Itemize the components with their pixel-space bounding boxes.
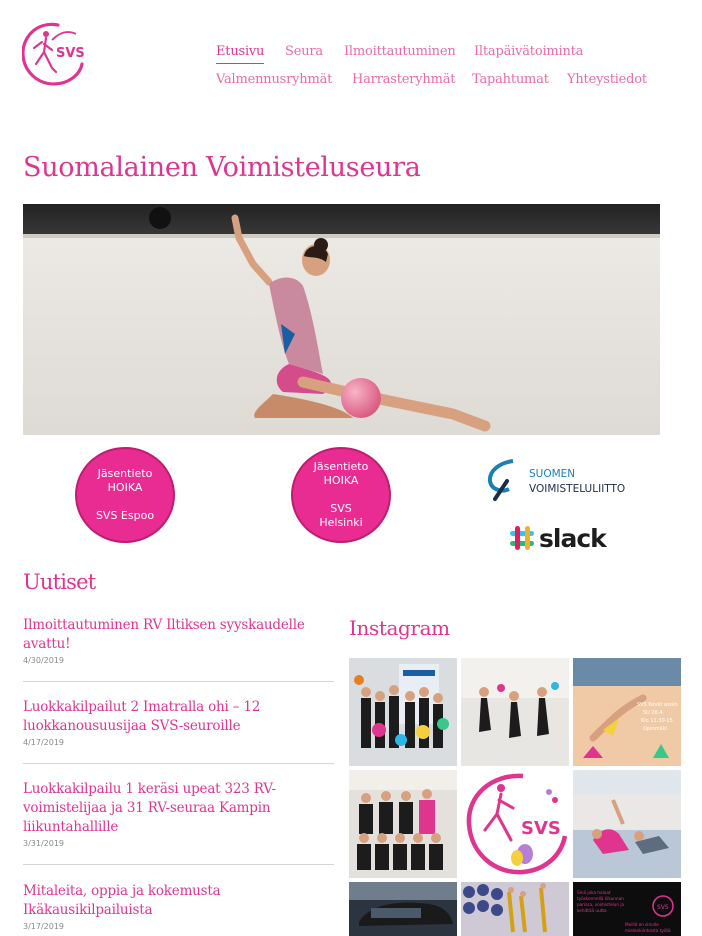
hoika-helsinki-line4: Helsinki: [319, 516, 363, 529]
instagram-post[interactable]: Sinä joka haluat työskennellä liikunnan …: [573, 882, 681, 936]
tile9-line4: kehittää uutta: [577, 908, 607, 913]
news-title[interactable]: Mitaleita, oppia ja kokemusta Ikäkausiki…: [23, 882, 335, 920]
tile-logo-text: SVS: [521, 818, 561, 839]
instagram-post[interactable]: [349, 770, 457, 878]
tile3-line4: Opinmäki: [643, 726, 667, 732]
nav-etusivu[interactable]: Etusivu: [216, 44, 264, 64]
news-divider: [23, 763, 334, 764]
news-divider: [23, 681, 334, 682]
tile9-line2: työskennellä liikunnan: [577, 896, 624, 901]
tile9-line6: mielenkiintoista työtä: [625, 928, 671, 933]
news-divider: [23, 864, 334, 865]
tile9-line1: Sinä joka haluat: [577, 890, 611, 895]
hoika-helsinki-line3: SVS: [330, 502, 352, 515]
instagram-post[interactable]: [349, 882, 457, 936]
tile3-line1: SVS Kevät avoin: [637, 702, 678, 708]
site-logo[interactable]: SVS: [21, 22, 88, 86]
hoika-helsinki-button[interactable]: Jäsentieto HOIKA SVS Helsinki: [291, 447, 391, 543]
nav-ilmoittautuminen[interactable]: Ilmoittautuminen: [344, 44, 456, 59]
sv-line2: VOIMISTELULIITTO: [529, 483, 625, 495]
nav-valmennusryhmat[interactable]: Valmennusryhmät: [216, 72, 332, 87]
news-title[interactable]: Luokkakilpailu 1 keräsi upeat 323 RV-voi…: [23, 780, 335, 837]
instagram-post[interactable]: [461, 658, 569, 766]
nav-iltapaivatoiminta[interactable]: Iltapäivätoiminta: [474, 44, 583, 59]
tile9-logo-text: SVS: [657, 904, 669, 911]
news-title[interactable]: Ilmoittautuminen RV Iltiksen syyskaudell…: [23, 616, 335, 654]
tile3-line3: Klo 11.30-15: [641, 718, 673, 724]
sv-line1: SUOMEN: [529, 468, 575, 480]
hoika-espoo-line1: Jäsentieto: [97, 467, 153, 480]
hoika-espoo-line3: SVS Espoo: [95, 509, 155, 522]
nav-yhteystiedot[interactable]: Yhteystiedot: [567, 72, 647, 87]
news-item[interactable]: Luokkakilpailu 1 keräsi upeat 323 RV-voi…: [23, 780, 335, 848]
logo-text: SVS: [56, 46, 85, 61]
nav-harrasteryhmat[interactable]: Harrasteryhmät: [352, 72, 455, 87]
slack-wordmark: slack: [539, 524, 608, 553]
news-title[interactable]: Luokkakilpailut 2 Imatralla ohi – 12 luo…: [23, 698, 335, 736]
instagram-post[interactable]: SVS: [461, 770, 569, 878]
tile9-line3: parissa, voimistelun ja: [577, 902, 625, 907]
nav-tapahtumat[interactable]: Tapahtumat: [472, 72, 549, 87]
voimisteluliitto-logo[interactable]: SUOMEN VOIMISTELULIITTO: [487, 459, 633, 503]
news-date: 3/17/2019: [23, 922, 65, 931]
hero-image: [23, 204, 660, 435]
instagram-post[interactable]: [461, 882, 569, 936]
hoika-helsinki-line1: Jäsentieto: [313, 460, 369, 473]
news-item[interactable]: Mitaleita, oppia ja kokemusta Ikäkausiki…: [23, 882, 335, 931]
news-item[interactable]: Luokkakilpailut 2 Imatralla ohi – 12 luo…: [23, 698, 335, 747]
news-date: 4/30/2019: [23, 656, 65, 665]
news-item[interactable]: Ilmoittautuminen RV Iltiksen syyskaudell…: [23, 616, 335, 665]
tile9-line5: Meillä on sinulle: [625, 922, 659, 927]
hoika-helsinki-line2: HOIKA: [323, 474, 359, 487]
tile3-line2: SU 28.4.: [643, 710, 665, 716]
slack-logo[interactable]: slack: [506, 522, 614, 556]
instagram-post[interactable]: SVS Kevät avoin SU 28.4. Klo 11.30-15 Op…: [573, 658, 681, 766]
news-date: 3/31/2019: [23, 839, 65, 848]
news-date: 4/17/2019: [23, 738, 65, 747]
instagram-post[interactable]: [573, 770, 681, 878]
news-heading: Uutiset: [23, 570, 96, 594]
instagram-post[interactable]: [349, 658, 457, 766]
hoika-espoo-line2: HOIKA: [107, 481, 143, 494]
page-title: Suomalainen Voimisteluseura: [23, 152, 421, 183]
nav-seura[interactable]: Seura: [285, 44, 323, 59]
instagram-heading: Instagram: [349, 616, 450, 640]
hoika-espoo-button[interactable]: Jäsentieto HOIKA SVS Espoo: [75, 447, 175, 543]
